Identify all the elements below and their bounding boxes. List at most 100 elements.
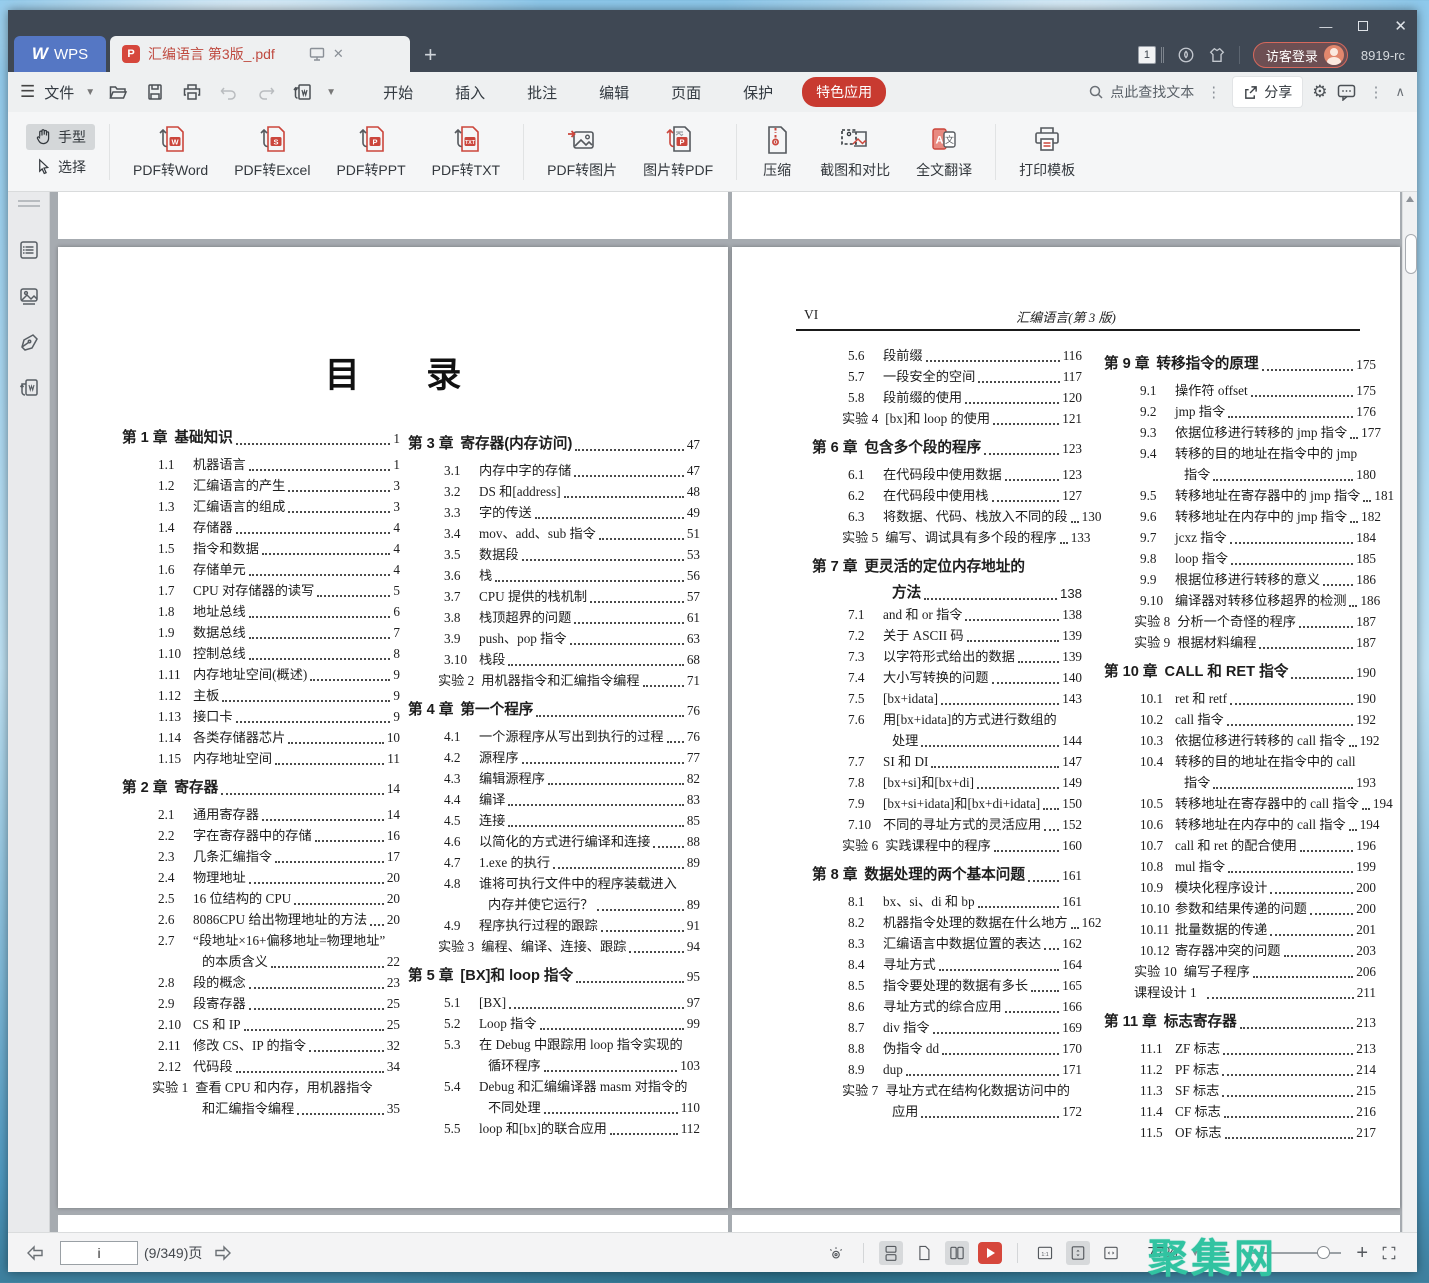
- scroll-up-arrow[interactable]: [1406, 196, 1414, 202]
- compress-button[interactable]: 压缩: [747, 120, 807, 184]
- actual-size-icon[interactable]: 1:1: [1033, 1241, 1057, 1265]
- export-to-word-icon[interactable]: [293, 82, 313, 102]
- full-translate-button[interactable]: A文 全文翻译: [903, 120, 985, 184]
- maximize-button[interactable]: [1358, 21, 1368, 31]
- toc-row: 10.7 call 和 ret 的配合使用 196: [1104, 835, 1376, 856]
- pdf-to-excel-button[interactable]: S PDF转Excel: [221, 120, 323, 184]
- menu-item-protect[interactable]: 保护: [722, 76, 794, 109]
- images-panel-icon[interactable]: [18, 285, 40, 307]
- print-icon[interactable]: [182, 82, 202, 102]
- toc-row: 的本质含义 22: [122, 951, 400, 972]
- toc-num: 3.1: [444, 460, 474, 481]
- toc-row: 第 1 章 基础知识 1: [122, 428, 400, 449]
- member-benefit-icon[interactable]: [1177, 46, 1195, 64]
- guest-login-button[interactable]: 访客登录: [1253, 42, 1348, 68]
- open-file-icon[interactable]: [108, 82, 128, 102]
- page-count-label: (9/349)页: [144, 1243, 202, 1263]
- dot-leader: [509, 1007, 684, 1009]
- pdf-to-word-button[interactable]: W PDF转Word: [120, 120, 221, 184]
- zoom-slider-knob[interactable]: [1317, 1246, 1330, 1259]
- fullscreen-icon[interactable]: [1377, 1241, 1401, 1265]
- toc-row: 10.2 call 指令 192: [1104, 709, 1376, 730]
- two-page-layout-icon[interactable]: [945, 1241, 969, 1265]
- toc-text: 转移地址在内存中的 call 指令: [1175, 814, 1346, 835]
- export-word-panel-icon[interactable]: [18, 377, 40, 399]
- collapse-ribbon-icon[interactable]: ∧: [1395, 84, 1405, 100]
- eye-protection-icon[interactable]: [824, 1241, 848, 1265]
- previous-page-bottom-right[interactable]: [732, 192, 1400, 239]
- single-page-layout-icon[interactable]: [912, 1241, 936, 1265]
- next-page-top-right[interactable]: [732, 1215, 1400, 1232]
- file-menu[interactable]: 文件: [44, 82, 74, 103]
- share-button[interactable]: 分享: [1233, 77, 1302, 107]
- undo-icon[interactable]: [219, 82, 239, 102]
- skin-theme-icon[interactable]: [1208, 46, 1226, 64]
- presentation-monitor-icon[interactable]: [309, 47, 325, 61]
- toc-row: 9.1 操作符 offset 175: [1104, 380, 1376, 401]
- play-slideshow-button[interactable]: [978, 1242, 1002, 1264]
- wps-tab-label: WPS: [54, 46, 88, 63]
- annotate-pen-icon[interactable]: [18, 331, 40, 353]
- save-icon[interactable]: [145, 82, 165, 102]
- search-more-icon[interactable]: ⋮: [1204, 83, 1223, 101]
- hamburger-menu-icon[interactable]: ☰: [20, 82, 35, 102]
- menu-item-home[interactable]: 开始: [362, 76, 434, 109]
- toc-page: 23: [387, 972, 400, 993]
- pdf-to-txt-button[interactable]: TXT PDF转TXT: [419, 120, 513, 184]
- toc-row: 10.5 转移地址在寄存器中的 call 指令 194: [1104, 793, 1376, 814]
- scrollbar-thumb[interactable]: [1405, 234, 1417, 274]
- pdf-to-ppt-button[interactable]: P PDF转PPT: [323, 120, 418, 184]
- toolbar-more-icon[interactable]: ⋮: [1366, 83, 1385, 101]
- open-docs-badge[interactable]: 1: [1138, 46, 1156, 64]
- close-window-button[interactable]: ✕: [1394, 17, 1407, 35]
- toc-num: 7.2: [848, 625, 878, 646]
- toc-text: Debug 和汇编编译器 masm 对指令的: [479, 1076, 687, 1097]
- menu-item-insert[interactable]: 插入: [434, 76, 506, 109]
- menu-item-page[interactable]: 页面: [650, 76, 722, 109]
- toc-text: 程序执行过程的跟踪: [479, 915, 598, 936]
- next-page-top-left[interactable]: [58, 1215, 728, 1232]
- menu-item-comment[interactable]: 批注: [506, 76, 578, 109]
- menu-item-edit[interactable]: 编辑: [578, 76, 650, 109]
- toc-text: 谁将可执行文件中的程序装载进入: [479, 873, 677, 894]
- quickbar-more-chevron-icon[interactable]: ▼: [326, 87, 336, 98]
- settings-gear-icon[interactable]: ⚙: [1312, 82, 1327, 102]
- file-menu-chevron-icon[interactable]: ▼: [85, 87, 95, 98]
- toc-text: 依据位移进行转移的 jmp 指令: [1175, 422, 1347, 443]
- previous-page-bottom-left[interactable]: [58, 192, 728, 239]
- pdf-page-right[interactable]: VI 汇编语言(第 3 版) 5.6 段前缀 116 5.7 一段安全的空间 1…: [732, 247, 1400, 1208]
- redo-icon[interactable]: [256, 82, 276, 102]
- dot-leader: [1262, 369, 1354, 371]
- find-text-label: 点此查找文本: [1110, 82, 1194, 102]
- toc-row: 第 5 章 [BX]和 loop 指令 95: [408, 966, 700, 987]
- fit-width-icon[interactable]: [1099, 1241, 1123, 1265]
- outline-toc-icon[interactable]: [18, 239, 40, 261]
- fit-page-icon[interactable]: [1066, 1241, 1090, 1265]
- toc-page: 181: [1374, 485, 1394, 506]
- minimize-button[interactable]: —: [1319, 19, 1332, 34]
- feedback-comment-icon[interactable]: [1337, 84, 1356, 101]
- pdf-page-left[interactable]: 目录 第 1 章 基础知识 1 1.1 机器语言 1 1.2 汇编: [58, 247, 728, 1208]
- continuous-scroll-layout-icon[interactable]: [879, 1241, 903, 1265]
- vertical-scrollbar[interactable]: [1402, 192, 1417, 1232]
- select-tool-button[interactable]: 选择: [26, 154, 95, 180]
- dot-leader: [236, 1071, 384, 1073]
- toc-row: 4.7 1.exe 的执行 89: [408, 852, 700, 873]
- close-tab-icon[interactable]: ✕: [333, 46, 344, 62]
- find-text-box[interactable]: 点此查找文本: [1088, 82, 1194, 102]
- screenshot-compare-button[interactable]: 截图和对比: [807, 120, 903, 184]
- image-to-pdf-button[interactable]: P 图片转PDF: [630, 120, 726, 184]
- zoom-in-button[interactable]: +: [1356, 1243, 1368, 1263]
- panel-drag-handle[interactable]: [18, 200, 40, 207]
- next-page-arrow-icon[interactable]: [212, 1242, 234, 1264]
- new-tab-button[interactable]: +: [424, 42, 437, 72]
- featured-apps-tab[interactable]: 特色应用: [802, 77, 886, 107]
- pdf-to-image-button[interactable]: PDF转图片: [534, 120, 630, 184]
- hand-tool-button[interactable]: 手型: [26, 124, 95, 150]
- document-tab[interactable]: P 汇编语言 第3版_.pdf ✕: [110, 36, 410, 72]
- toc-row: 实验 7 寻址方式在结构化数据访问中的: [812, 1080, 1082, 1101]
- previous-page-arrow-icon[interactable]: [24, 1242, 46, 1264]
- wps-home-tab[interactable]: W WPS: [14, 36, 106, 72]
- page-number-input[interactable]: [60, 1241, 138, 1265]
- print-template-button[interactable]: 打印模板: [1006, 120, 1088, 184]
